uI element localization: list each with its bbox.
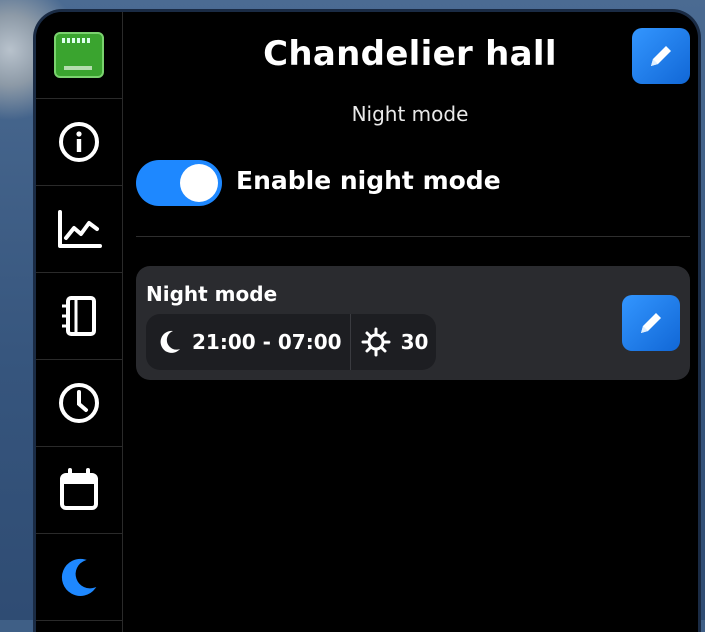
schedule-chips: 21:00 - 07:00 30 [146, 314, 437, 370]
brightness-value: 30 [400, 330, 429, 354]
calendar-icon [60, 468, 98, 510]
pencil-icon [651, 46, 671, 66]
sidebar-item-device[interactable] [36, 12, 122, 99]
card-title: Night mode [146, 282, 278, 306]
toggle-label: Enable night mode [236, 166, 501, 195]
device-panel: Chandelier hall Night mode Enable night … [36, 12, 698, 632]
sidebar-item-statistics[interactable] [36, 186, 122, 273]
page-title: Chandelier hall [263, 34, 557, 74]
toggle-knob [180, 164, 218, 202]
edit-device-button[interactable] [632, 28, 690, 84]
night-mode-toggle[interactable] [136, 160, 222, 206]
sidebar-item-night-mode[interactable] [36, 534, 122, 621]
sidebar [36, 12, 123, 632]
time-range-chip: 21:00 - 07:00 [146, 314, 350, 370]
device-thumbnail [54, 32, 104, 78]
edit-night-mode-button[interactable] [622, 295, 680, 351]
divider [136, 236, 690, 237]
brightness-chip: 30 [349, 314, 437, 370]
sidebar-item-info[interactable] [36, 99, 122, 186]
pencil-icon [641, 313, 661, 333]
notebook-icon [62, 296, 96, 336]
sidebar-item-schedule[interactable] [36, 360, 122, 447]
clock-icon [59, 383, 99, 423]
sidebar-item-calendar[interactable] [36, 447, 122, 534]
chart-icon [58, 210, 102, 248]
main-content: Chandelier hall Night mode Enable night … [122, 12, 698, 632]
sidebar-item-log[interactable] [36, 273, 122, 360]
moon-icon [160, 330, 180, 353]
time-range: 21:00 - 07:00 [192, 330, 342, 354]
brightness-icon [361, 327, 391, 357]
moon-icon [61, 558, 97, 596]
info-icon [59, 122, 99, 162]
night-mode-card: Night mode 21:00 - 07:00 30 [136, 266, 690, 380]
page-subtitle: Night mode [351, 102, 469, 126]
